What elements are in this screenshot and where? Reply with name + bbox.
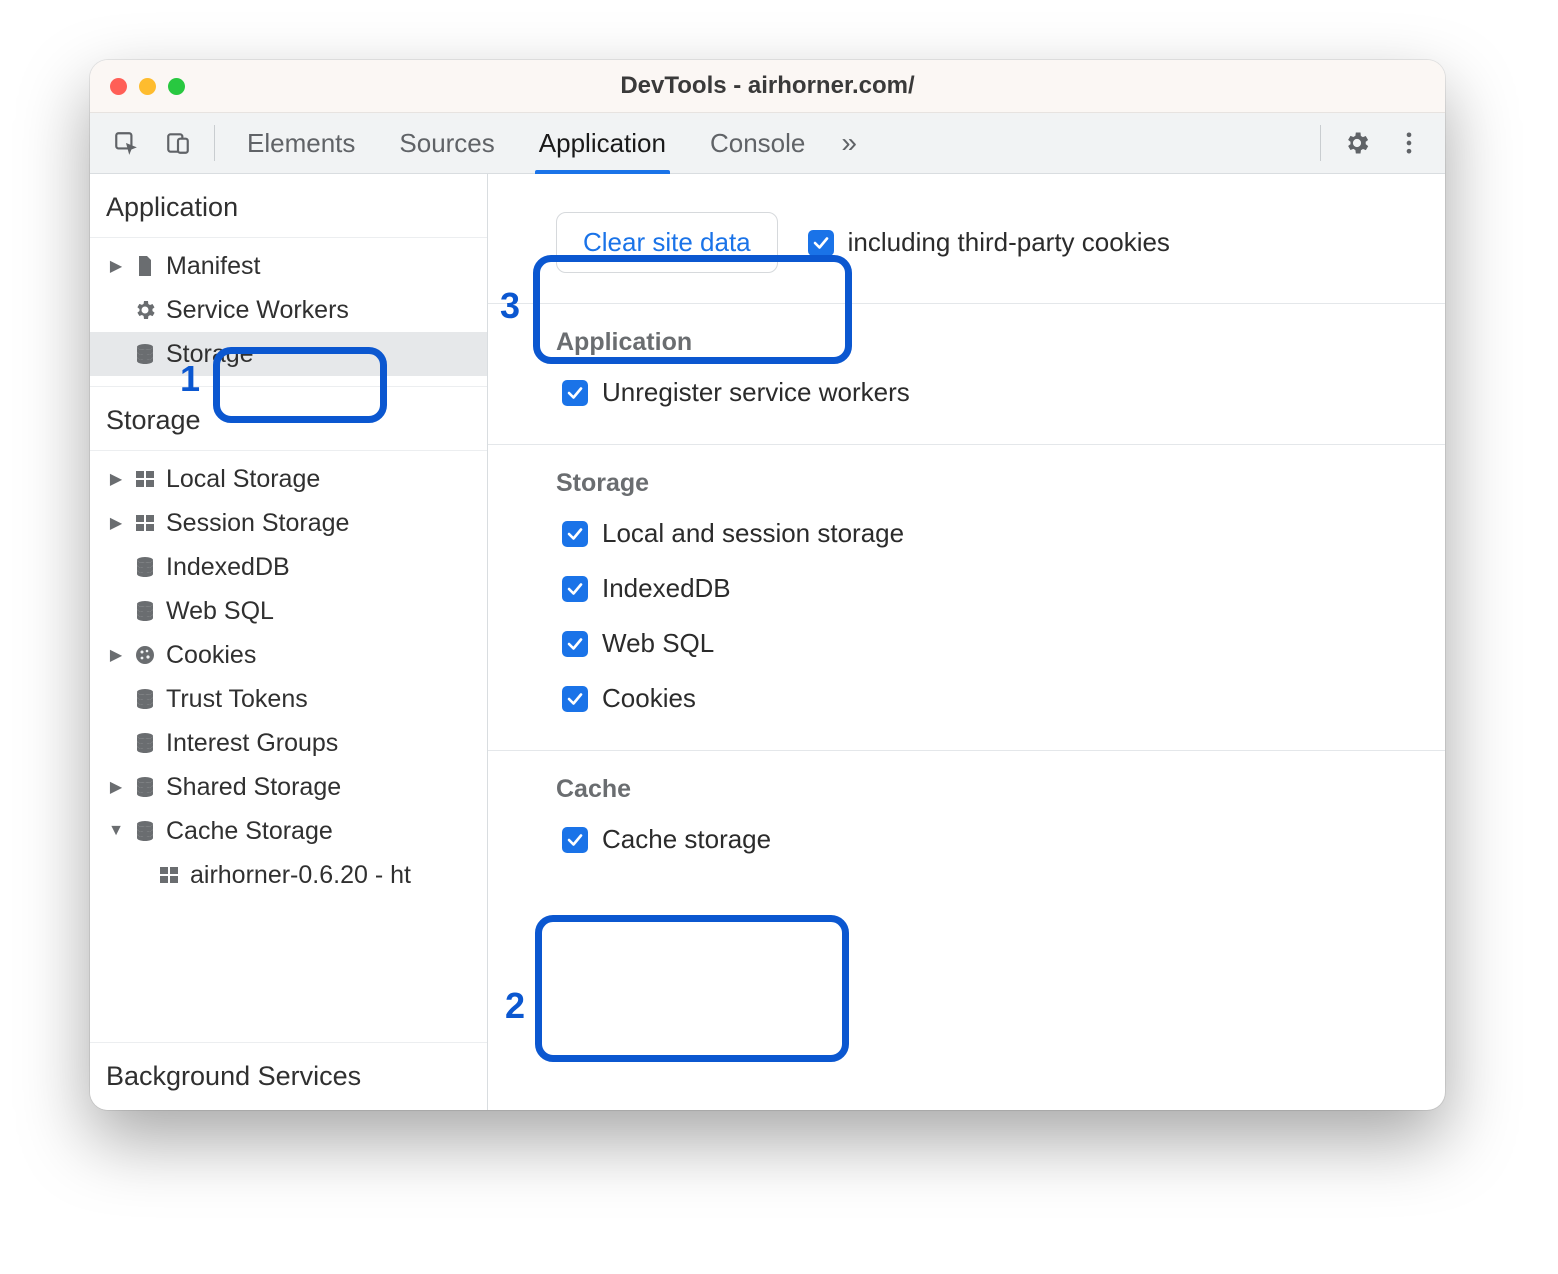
database-icon [132, 686, 158, 712]
chevron-right-icon: ▶ [108, 469, 124, 489]
devtools-tabs: Elements Sources Application Console [225, 113, 827, 173]
grid-icon [132, 510, 158, 536]
sidebar-item-label: Storage [166, 340, 254, 369]
sidebar-item-label: Session Storage [166, 509, 349, 538]
database-icon [132, 341, 158, 367]
checkbox-checked-icon [808, 230, 834, 256]
chevron-right-icon: ▶ [108, 645, 124, 665]
checkbox-label: Cookies [602, 683, 696, 714]
checkbox-checked-icon [562, 521, 588, 547]
sidebar-item-label: Cookies [166, 641, 256, 670]
group-title: Cache [556, 775, 1415, 804]
checkbox-checked-icon [562, 686, 588, 712]
database-icon [132, 598, 158, 624]
checkbox-label: IndexedDB [602, 573, 731, 604]
checkbox-label: including third-party cookies [848, 227, 1170, 258]
group-title: Storage [556, 469, 1415, 498]
tab-application[interactable]: Application [517, 113, 688, 173]
option-indexeddb[interactable]: IndexedDB [562, 573, 1415, 604]
checkbox-label: Cache storage [602, 824, 771, 855]
window-zoom-button[interactable] [168, 78, 185, 95]
sidebar-item-cache-entry[interactable]: airhorner-0.6.20 - ht [90, 853, 487, 897]
sidebar-item-label: Service Workers [166, 296, 349, 325]
sidebar-item-indexeddb[interactable]: IndexedDB [90, 545, 487, 589]
cookie-icon [132, 642, 158, 668]
checkbox-checked-icon [562, 380, 588, 406]
sidebar-item-label: Local Storage [166, 465, 320, 494]
chevron-down-icon: ▼ [108, 822, 124, 840]
sidebar-item-manifest[interactable]: ▶ Manifest [90, 244, 487, 288]
sidebar-item-label: Shared Storage [166, 773, 341, 802]
group-storage: Storage Local and session storage Indexe… [488, 445, 1445, 751]
sidebar-item-shared-storage[interactable]: ▶ Shared Storage [90, 765, 487, 809]
checkbox-label: Web SQL [602, 628, 714, 659]
settings-gear-icon[interactable] [1337, 123, 1377, 163]
sidebar-item-label: Trust Tokens [166, 685, 308, 714]
third-party-cookies-checkbox[interactable]: including third-party cookies [808, 227, 1170, 258]
sidebar-item-cache-storage[interactable]: ▼ Cache Storage [90, 809, 487, 853]
window-title: DevTools - airhorner.com/ [90, 72, 1445, 100]
device-toggle-icon[interactable] [158, 123, 198, 163]
kebab-menu-icon[interactable] [1389, 123, 1429, 163]
inspect-element-icon[interactable] [106, 123, 146, 163]
sidebar-section-background-services[interactable]: Background Services [90, 1042, 487, 1110]
option-unregister-service-workers[interactable]: Unregister service workers [562, 377, 1415, 408]
option-web-sql[interactable]: Web SQL [562, 628, 1415, 659]
sidebar-item-service-workers[interactable]: Service Workers [90, 288, 487, 332]
sidebar-item-label: airhorner-0.6.20 - ht [190, 861, 411, 890]
group-title: Application [556, 328, 1415, 357]
sidebar-item-label: Manifest [166, 252, 260, 281]
chevron-right-icon: ▶ [108, 256, 124, 276]
tab-sources[interactable]: Sources [377, 113, 516, 173]
grid-icon [132, 466, 158, 492]
gear-icon [132, 297, 158, 323]
window-minimize-button[interactable] [139, 78, 156, 95]
sidebar-item-trust-tokens[interactable]: Trust Tokens [90, 677, 487, 721]
window-titlebar: DevTools - airhorner.com/ [90, 60, 1445, 113]
group-application: Application Unregister service workers [488, 304, 1445, 445]
window-controls [110, 78, 185, 95]
sidebar-item-web-sql[interactable]: Web SQL [90, 589, 487, 633]
chevron-right-icon: ▶ [108, 513, 124, 533]
sidebar-item-storage[interactable]: Storage [90, 332, 487, 376]
chevron-right-icon: ▶ [108, 777, 124, 797]
sidebar-item-session-storage[interactable]: ▶ Session Storage [90, 501, 487, 545]
application-sidebar: Application ▶ Manifest Serv [90, 174, 488, 1110]
option-cache-storage[interactable]: Cache storage [562, 824, 1415, 855]
checkbox-checked-icon [562, 631, 588, 657]
database-icon [132, 774, 158, 800]
sidebar-item-label: IndexedDB [166, 553, 290, 582]
devtools-window: DevTools - airhorner.com/ Elements Sourc… [90, 60, 1445, 1110]
sidebar-item-label: Interest Groups [166, 729, 338, 758]
checkbox-checked-icon [562, 576, 588, 602]
sidebar-item-label: Web SQL [166, 597, 274, 626]
sidebar-item-cookies[interactable]: ▶ Cookies [90, 633, 487, 677]
sidebar-section-storage: Storage [90, 386, 487, 451]
database-icon [132, 818, 158, 844]
database-icon [132, 730, 158, 756]
group-cache: Cache Cache storage [488, 751, 1445, 891]
database-icon [132, 554, 158, 580]
grid-icon [156, 862, 182, 888]
option-cookies[interactable]: Cookies [562, 683, 1415, 714]
clear-site-data-button[interactable]: Clear site data [556, 212, 778, 273]
sidebar-item-label: Cache Storage [166, 817, 333, 846]
checkbox-checked-icon [562, 827, 588, 853]
sidebar-section-application: Application [90, 174, 487, 238]
sidebar-item-local-storage[interactable]: ▶ Local Storage [90, 457, 487, 501]
devtools-toolbar: Elements Sources Application Console » [90, 113, 1445, 174]
toolbar-divider [1320, 125, 1321, 161]
tab-console[interactable]: Console [688, 113, 827, 173]
checkbox-label: Unregister service workers [602, 377, 910, 408]
storage-panel: Clear site data including third-party co… [488, 174, 1445, 1110]
window-close-button[interactable] [110, 78, 127, 95]
sidebar-item-interest-groups[interactable]: Interest Groups [90, 721, 487, 765]
checkbox-label: Local and session storage [602, 518, 904, 549]
toolbar-divider [214, 125, 215, 161]
tab-elements[interactable]: Elements [225, 113, 377, 173]
option-local-session-storage[interactable]: Local and session storage [562, 518, 1415, 549]
file-icon [132, 253, 158, 279]
more-tabs-icon[interactable]: » [827, 127, 871, 159]
